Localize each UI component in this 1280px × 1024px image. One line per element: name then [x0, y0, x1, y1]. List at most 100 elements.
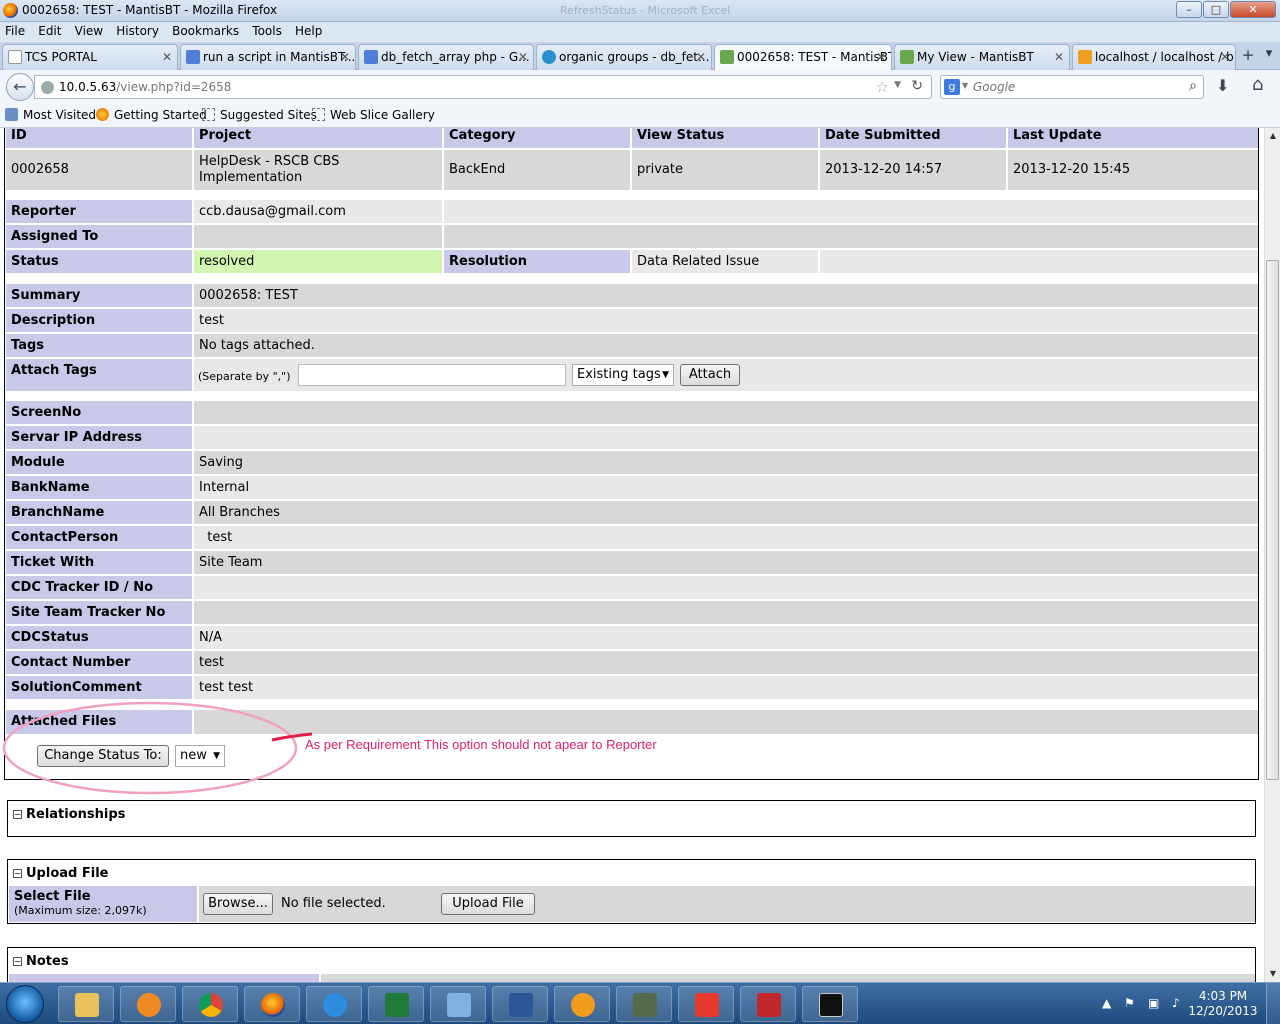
search-input[interactable]	[973, 78, 1173, 96]
list-all-tabs-button[interactable]: ▾	[1260, 46, 1278, 68]
relationships-title[interactable]: − Relationships	[13, 807, 125, 822]
bookmark-most-visited[interactable]: Most Visited	[5, 108, 96, 122]
tab-close-icon[interactable]: ✕	[1220, 45, 1230, 69]
collapse-icon[interactable]: −	[13, 869, 22, 878]
custom-field-label: BranchName	[6, 501, 192, 524]
volume-icon[interactable]: ♪	[1172, 996, 1180, 1010]
taskbar-chrome[interactable]	[182, 986, 238, 1022]
tab-close-icon[interactable]: ✕	[876, 45, 886, 69]
taskbar-app5[interactable]	[740, 986, 796, 1022]
menu-bookmarks[interactable]: Bookmarks	[167, 22, 243, 38]
vertical-scrollbar[interactable]: ▲ ▼	[1264, 128, 1280, 982]
tab-run-script[interactable]: run a script in MantisBT... ✕	[180, 44, 356, 70]
collapse-icon[interactable]: −	[13, 810, 22, 819]
tray-expand-icon[interactable]: ▲	[1102, 996, 1111, 1010]
tab-close-icon[interactable]: ✕	[696, 45, 706, 69]
bookmark-web-slice-gallery[interactable]: Web Slice Gallery	[312, 108, 435, 122]
reporter-value: ccb.dausa@gmail.com	[194, 200, 442, 223]
taskbar-word[interactable]	[492, 986, 548, 1022]
web-slice-icon	[312, 108, 325, 121]
bookmark-suggested-sites[interactable]: Suggested Sites	[202, 108, 317, 122]
no-file-selected-text: No file selected.	[281, 896, 386, 911]
bookmarks-bar: Most Visited Getting Started Suggested S…	[0, 104, 1280, 128]
network-icon[interactable]: ▣	[1148, 996, 1159, 1010]
description-value: test	[194, 309, 1258, 332]
bookmark-getting-started[interactable]: Getting Started	[96, 108, 207, 122]
home-icon[interactable]: ⌂	[1252, 74, 1263, 95]
label-text: Reporter	[11, 203, 76, 219]
notes-title[interactable]: − Notes	[13, 954, 69, 969]
notes-section: − Notes	[7, 947, 1256, 982]
taskbar-media-player[interactable]	[120, 986, 176, 1022]
minimize-button[interactable]: –	[1176, 1, 1202, 18]
url-dropdown-icon[interactable]: ▼	[894, 80, 901, 90]
header-last-update: Last Update	[1008, 128, 1258, 148]
scroll-down-icon[interactable]: ▼	[1265, 966, 1280, 982]
taskbar-explorer[interactable]	[58, 986, 114, 1022]
app-icon	[447, 993, 471, 1017]
browser-window: 0002658: TEST - MantisBT - Mozilla Firef…	[0, 0, 1280, 1024]
max-size-text: (Maximum size: 2,097k)	[14, 904, 147, 917]
tag-input[interactable]	[298, 364, 566, 386]
close-button[interactable]: ✕	[1230, 1, 1276, 18]
tab-tcs-portal[interactable]: TCS PORTAL ✕	[2, 44, 178, 70]
existing-tags-select[interactable]: Existing tags ▼	[572, 364, 674, 386]
header-id: ID	[6, 128, 192, 148]
tab-strip: TCS PORTAL ✕ run a script in MantisBT...…	[0, 42, 1280, 71]
downloads-icon[interactable]: ⬇	[1216, 76, 1229, 95]
collapse-icon[interactable]: −	[13, 957, 22, 966]
start-button[interactable]	[6, 985, 44, 1023]
new-tab-button[interactable]: +	[1238, 46, 1258, 68]
scroll-thumb[interactable]	[1266, 260, 1279, 780]
menu-view[interactable]: View	[70, 22, 107, 38]
menu-tools[interactable]: Tools	[247, 22, 286, 38]
taskbar-app[interactable]	[430, 986, 486, 1022]
custom-field-value: Site Team	[194, 551, 1258, 574]
taskbar-app2[interactable]	[554, 986, 610, 1022]
tab-close-icon[interactable]: ✕	[518, 45, 528, 69]
tab-close-icon[interactable]: ✕	[162, 45, 172, 69]
reload-icon[interactable]: ↻	[911, 78, 923, 94]
url-text[interactable]: 10.0.5.63/view.php?id=2658	[59, 80, 231, 94]
issue-category: BackEnd	[444, 150, 630, 190]
clock[interactable]: 4:03 PM 12/20/2013	[1188, 989, 1258, 1019]
taskbar-app4[interactable]	[678, 986, 734, 1022]
search-icon[interactable]: ⌕	[1189, 78, 1197, 94]
scroll-up-icon[interactable]: ▲	[1265, 128, 1280, 144]
custom-field-value	[194, 401, 1258, 424]
tab-label: My View - MantisBT	[917, 50, 1034, 64]
back-button[interactable]: ←	[6, 73, 34, 101]
tab-close-icon[interactable]: ✕	[340, 45, 350, 69]
taskbar-firefox[interactable]	[244, 986, 300, 1022]
label-text: Tags	[11, 337, 45, 353]
tab-my-view[interactable]: My View - MantisBT ✕	[894, 44, 1070, 70]
google-search-engine-icon[interactable]: g	[944, 79, 960, 95]
taskbar-ie[interactable]	[306, 986, 362, 1022]
menu-help[interactable]: Help	[290, 22, 326, 38]
upload-title[interactable]: − Upload File	[13, 866, 108, 881]
assigned-filler	[444, 225, 1258, 248]
maximize-button[interactable]: □	[1203, 1, 1229, 18]
show-desktop-button[interactable]	[1266, 983, 1280, 1024]
flag-icon[interactable]: ⚑	[1124, 996, 1135, 1010]
bookmark-label: Web Slice Gallery	[330, 108, 435, 122]
taskbar-cmd[interactable]	[802, 986, 858, 1022]
attach-tag-button[interactable]: Attach	[680, 364, 740, 386]
taskbar-app3[interactable]	[616, 986, 672, 1022]
menu-edit[interactable]: Edit	[33, 22, 65, 38]
browse-button[interactable]: Browse...	[203, 893, 273, 915]
bookmark-star-icon[interactable]: ☆	[876, 78, 889, 96]
upload-file-button[interactable]: Upload File	[441, 893, 535, 915]
bookmark-label: Suggested Sites	[220, 108, 317, 122]
tab-phpmyadmin[interactable]: localhost / localhost / b... ✕	[1072, 44, 1236, 70]
tab-mantis-issue[interactable]: 0002658: TEST - MantisBT ✕	[714, 44, 892, 71]
tab-organic-groups[interactable]: organic groups - db_fet... ✕	[536, 44, 712, 70]
tab-close-icon[interactable]: ✕	[1054, 45, 1064, 69]
engine-dropdown-icon[interactable]: ▼	[962, 81, 968, 90]
navigation-bar: ← 10.0.5.63/view.php?id=2658 ☆ ▼ ↻ g ▼ ⌕…	[0, 70, 1280, 104]
tab-db-fetch[interactable]: db_fetch_array php - G... ✕	[358, 44, 534, 70]
url-bar[interactable]: 10.0.5.63/view.php?id=2658 ☆ ▼ ↻	[34, 75, 932, 99]
menu-file[interactable]: File	[0, 22, 29, 38]
menu-history[interactable]: History	[111, 22, 163, 38]
taskbar-excel[interactable]	[368, 986, 424, 1022]
